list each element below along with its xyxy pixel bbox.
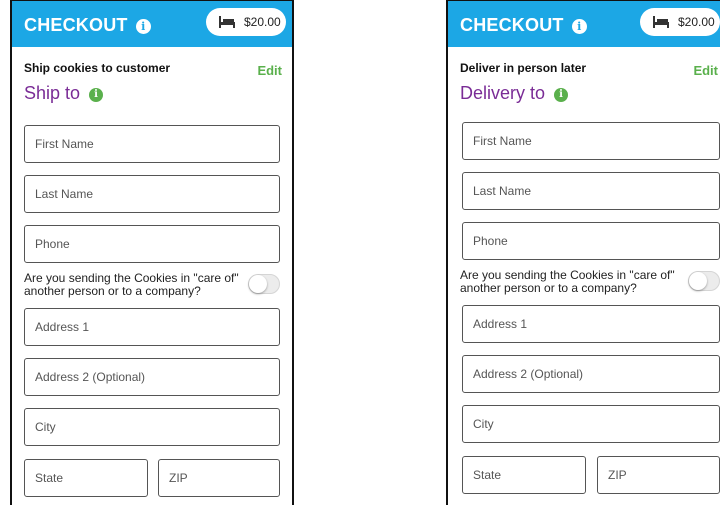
info-icon[interactable]: i xyxy=(571,19,587,34)
checkout-title-text: CHECKOUT xyxy=(460,15,564,35)
address1-field[interactable]: Address 1 xyxy=(462,305,720,343)
last-name-field[interactable]: Last Name xyxy=(24,175,280,213)
checkout-screen-delivery: CHECKOUT i $20.00 Deliver in person late… xyxy=(446,0,720,505)
edit-method-link[interactable]: Edit xyxy=(257,63,282,78)
cart-button[interactable]: $20.00 xyxy=(206,8,286,36)
cart-total: $20.00 xyxy=(678,15,715,29)
bed-icon xyxy=(219,16,235,28)
delivery-method-label: Ship cookies to customer xyxy=(24,61,171,75)
address1-field[interactable]: Address 1 xyxy=(24,308,280,346)
first-name-field[interactable]: First Name xyxy=(24,125,280,163)
info-icon[interactable]: i xyxy=(135,19,151,34)
cart-total: $20.00 xyxy=(244,15,281,29)
care-of-toggle[interactable] xyxy=(248,274,280,294)
info-icon[interactable]: i xyxy=(554,88,569,102)
care-of-toggle[interactable] xyxy=(688,271,720,291)
city-field[interactable]: City xyxy=(462,405,720,443)
checkout-title: CHECKOUT i xyxy=(24,15,151,36)
checkout-header: CHECKOUT i $20.00 xyxy=(448,1,720,47)
first-name-field[interactable]: First Name xyxy=(462,122,720,160)
phone-field[interactable]: Phone xyxy=(462,222,720,260)
section-title-text: Ship to xyxy=(24,83,81,103)
care-of-question: Are you sending the Cookies in "care of"… xyxy=(460,268,675,295)
section-title: Delivery to i xyxy=(460,83,569,104)
checkout-screen-ship: CHECKOUT i $20.00 Ship cookies to custom… xyxy=(10,0,294,505)
toggle-knob xyxy=(249,275,267,293)
section-title: Ship to i xyxy=(24,83,104,104)
address2-field[interactable]: Address 2 (Optional) xyxy=(462,355,720,393)
checkout-title-text: CHECKOUT xyxy=(24,15,128,35)
city-field[interactable]: City xyxy=(24,408,280,446)
toggle-knob xyxy=(689,272,707,290)
checkout-title: CHECKOUT i xyxy=(460,15,587,36)
edit-method-link[interactable]: Edit xyxy=(693,63,718,78)
delivery-method-label: Deliver in person later xyxy=(460,61,587,75)
zip-field[interactable]: ZIP xyxy=(597,456,720,494)
info-icon[interactable]: i xyxy=(89,88,104,102)
bed-icon xyxy=(653,16,669,28)
state-field[interactable]: State xyxy=(462,456,586,494)
phone-field[interactable]: Phone xyxy=(24,225,280,263)
checkout-header: CHECKOUT i $20.00 xyxy=(12,1,292,47)
zip-field[interactable]: ZIP xyxy=(158,459,280,497)
care-of-question: Are you sending the Cookies in "care of"… xyxy=(24,271,239,298)
section-title-text: Delivery to xyxy=(460,83,546,103)
state-field[interactable]: State xyxy=(24,459,148,497)
last-name-field[interactable]: Last Name xyxy=(462,172,720,210)
address2-field[interactable]: Address 2 (Optional) xyxy=(24,358,280,396)
cart-button[interactable]: $20.00 xyxy=(640,8,720,36)
